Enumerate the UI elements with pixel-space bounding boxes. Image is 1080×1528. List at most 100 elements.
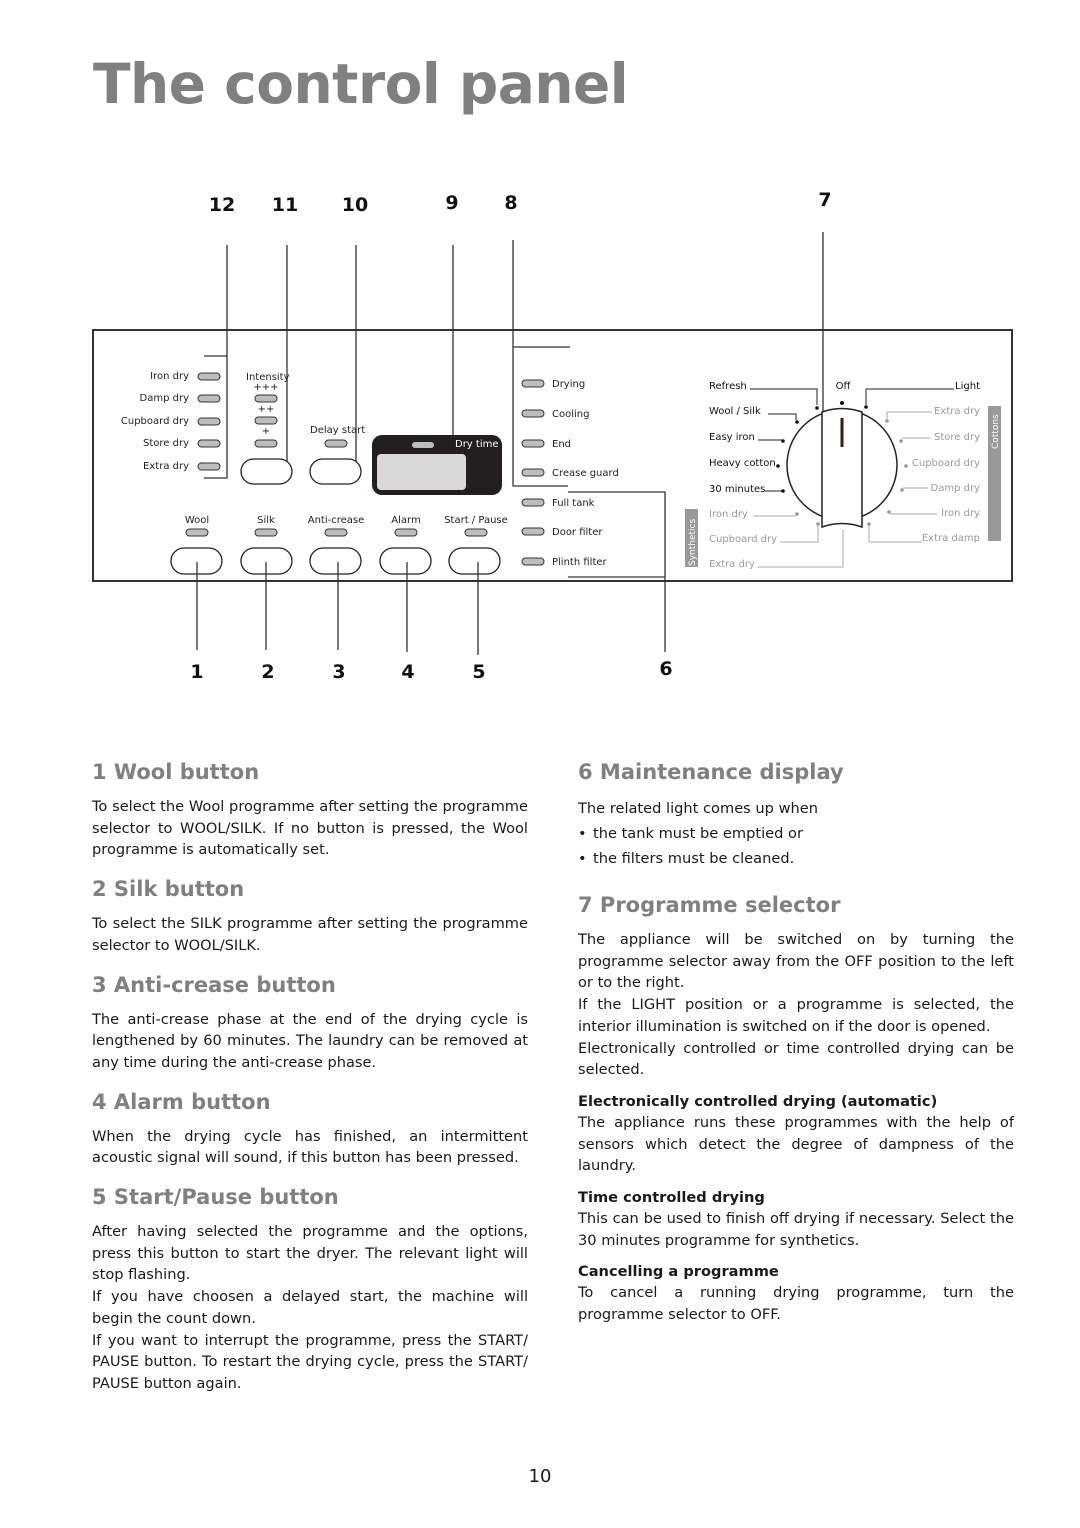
section-text: If you want to interrupt the programme, … <box>92 1331 528 1392</box>
section-silk-button: 2 Silk button To select the SILK program… <box>92 877 528 956</box>
selector-right-leaders <box>865 388 954 405</box>
selector-dot <box>867 522 871 526</box>
led-label-store-dry: Store dry <box>143 438 189 449</box>
selector-cottons-store-dry: Store dry <box>934 432 980 443</box>
led-store-dry <box>197 439 221 448</box>
selector-dot <box>815 406 819 410</box>
programme-selector[interactable]: Off <box>786 381 898 529</box>
selector-refresh: Refresh <box>709 381 747 392</box>
start-pause-button[interactable] <box>448 547 501 575</box>
dryness-led-group: Iron dry Damp dry Cupboard dry Store dry… <box>121 371 221 472</box>
subheading: Cancelling a programme <box>578 1263 779 1281</box>
selector-dot <box>904 464 908 468</box>
callout-9: 9 <box>445 192 458 214</box>
bullet-list: the tank must be emptied or the filters … <box>578 821 1014 871</box>
section-text: This can be used to finish off drying if… <box>578 1210 1014 1249</box>
led-silk <box>254 528 278 537</box>
intensity-level-low: + <box>262 426 270 437</box>
alarm-label: Alarm <box>391 515 420 526</box>
selector-cottons-extra-dry: Extra dry <box>934 406 980 417</box>
led-intensity-medium <box>254 416 278 425</box>
led-label-damp-dry: Damp dry <box>140 393 190 404</box>
selector-dot <box>900 488 904 492</box>
section-heading: 4 Alarm button <box>92 1089 271 1114</box>
section-text: To select the SILK programme after setti… <box>92 915 528 954</box>
section-heading: 1 Wool button <box>92 760 260 784</box>
led-cupboard-dry <box>197 417 221 426</box>
led-damp-dry <box>197 394 221 403</box>
selector-synthetics-cupboard-dry: Cupboard dry <box>709 534 777 545</box>
led-label-cupboard-dry: Cupboard dry <box>121 416 189 427</box>
selector-dot <box>899 439 903 443</box>
callout-3: 3 <box>332 661 345 683</box>
led-cooling <box>521 409 545 418</box>
start-pause-label: Start / Pause <box>444 515 508 526</box>
led-intensity-high <box>254 394 278 403</box>
selector-dot <box>885 419 889 423</box>
section-text: After having selected the programme and … <box>92 1223 528 1284</box>
section-text: The appliance will be switched on by tur… <box>578 931 1014 992</box>
callout-12: 12 <box>209 194 235 216</box>
intensity-level-high: +++ <box>253 382 278 393</box>
led-label-extra-dry: Extra dry <box>143 461 189 472</box>
subheading: Electronically controlled drying (automa… <box>578 1092 938 1110</box>
dry-time-display: Dry time <box>372 435 502 495</box>
led-plinth-filter <box>521 557 545 566</box>
section-start-pause-button: 5 Start/Pause button After having select… <box>92 1185 528 1395</box>
status-end: End <box>552 439 571 450</box>
selector-dot <box>887 510 891 514</box>
cottons-group-label: Cottons <box>991 414 1001 449</box>
section-text: The appliance runs these programmes with… <box>578 1113 1014 1175</box>
selector-light: Light <box>955 381 980 392</box>
selector-dot <box>781 439 785 443</box>
right-column: 6 Maintenance display The related light … <box>578 760 1014 1342</box>
page-number: 10 <box>528 1466 552 1487</box>
led-wool <box>185 528 209 537</box>
callout-6: 6 <box>659 658 672 680</box>
status-plinth-filter: Plinth filter <box>552 557 608 568</box>
section-heading: 7 Programme selector <box>578 893 841 917</box>
anti-crease-label: Anti-crease <box>308 515 365 526</box>
selector-dot <box>816 522 820 526</box>
display-screen <box>377 454 466 490</box>
section-heading: 2 Silk button <box>92 877 245 902</box>
led-crease-guard <box>521 468 545 477</box>
selector-off-label: Off <box>836 381 852 392</box>
status-crease-guard: Crease guard <box>552 468 619 479</box>
led-iron-dry <box>197 372 221 381</box>
led-extra-dry <box>197 462 221 471</box>
status-door-filter: Door filter <box>552 527 603 538</box>
selector-wool-silk: Wool / Silk <box>709 406 761 417</box>
led-label-iron-dry: Iron dry <box>150 371 189 382</box>
alarm-button[interactable] <box>379 547 432 575</box>
callout-4: 4 <box>401 661 414 683</box>
led-delay-start <box>324 439 348 448</box>
callout-2: 2 <box>261 661 274 683</box>
bullet-item: the filters must be cleaned. <box>578 846 1014 871</box>
anti-crease-button[interactable] <box>309 547 362 575</box>
status-led-group: Drying Cooling End Crease guard Full tan… <box>521 379 619 568</box>
selector-heavy-cotton: Heavy cotton <box>709 458 776 469</box>
delay-start-button[interactable] <box>309 458 362 485</box>
selector-dot <box>776 464 780 468</box>
delay-start-group: Delay start <box>309 425 365 485</box>
section-maintenance-display: 6 Maintenance display The related light … <box>578 760 1014 871</box>
callout-5: 5 <box>472 661 485 683</box>
selector-cottons-iron-dry: Iron dry <box>941 508 980 519</box>
section-text: If you have choosen a delayed start, the… <box>92 1288 528 1327</box>
callout-11: 11 <box>272 194 298 216</box>
selector-synthetics-labels: Synthetics Iron dry Cupboard dry Extra d… <box>685 509 820 570</box>
selector-synthetics-iron-dry: Iron dry <box>709 509 748 520</box>
callout-1: 1 <box>190 661 203 683</box>
section-heading: 3 Anti-crease button <box>92 972 336 997</box>
dry-time-label: Dry time <box>455 439 499 450</box>
subheading: Time controlled drying <box>578 1189 765 1207</box>
intensity-level-medium: ++ <box>258 404 275 415</box>
led-full-tank <box>521 498 545 507</box>
intensity-button[interactable] <box>240 458 293 485</box>
led-alarm <box>394 528 418 537</box>
callout-10: 10 <box>342 194 368 216</box>
section-heading: 5 Start/Pause button <box>92 1185 339 1210</box>
section-text: The anti-crease phase at the end of the … <box>92 1010 528 1071</box>
section-heading: 6 Maintenance display <box>578 760 844 784</box>
